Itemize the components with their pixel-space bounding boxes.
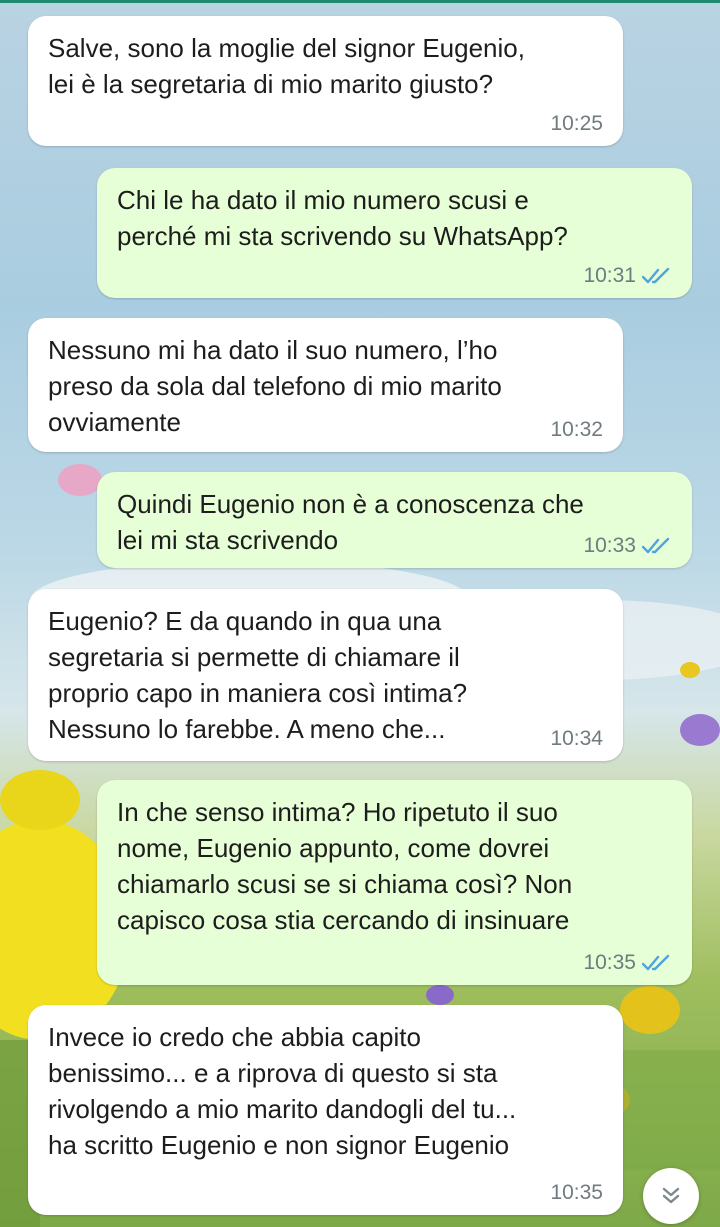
message-timestamp: 10:31 [583, 264, 636, 287]
message-bubble-outgoing[interactable]: Quindi Eugenio non è a conoscenza che le… [97, 472, 692, 568]
message-bubble-incoming[interactable]: Eugenio? E da quando in qua una segretar… [28, 589, 623, 761]
message-bubble-outgoing[interactable]: Chi le ha dato il mio numero scusi e per… [97, 168, 692, 298]
message-text: Nessuno mi ha dato il suo numero, l’ho p… [48, 335, 502, 437]
message-timestamp: 10:25 [550, 112, 603, 135]
message-meta: 10:34 [550, 727, 603, 751]
message-timestamp: 10:35 [583, 951, 636, 974]
message-bubble-incoming[interactable]: Nessuno mi ha dato il suo numero, l’ho p… [28, 318, 623, 452]
message-bubble-incoming[interactable]: Salve, sono la moglie del signor Eugenio… [28, 16, 623, 146]
message-text: Eugenio? E da quando in qua una segretar… [48, 606, 468, 744]
message-timestamp: 10:33 [583, 534, 636, 557]
message-text: In che senso intima? Ho ripetuto il suo … [117, 797, 573, 935]
message-meta: 10:33 [583, 534, 672, 558]
message-meta: 10:31 [583, 264, 672, 288]
message-text: Salve, sono la moglie del signor Eugenio… [48, 33, 525, 99]
double-chevron-down-icon [662, 1187, 680, 1204]
message-text: Chi le ha dato il mio numero scusi e per… [117, 185, 568, 251]
message-text: Invece io credo che abbia capito benissi… [48, 1022, 517, 1160]
message-timestamp: 10:35 [550, 1181, 603, 1204]
message-bubble-outgoing[interactable]: In che senso intima? Ho ripetuto il suo … [97, 780, 692, 985]
message-timestamp: 10:34 [550, 727, 603, 750]
read-receipt-icon [642, 537, 670, 554]
scroll-to-bottom-button[interactable] [643, 1168, 699, 1224]
read-receipt-icon [642, 267, 670, 284]
message-meta: 10:35 [583, 951, 672, 975]
message-timestamp: 10:32 [550, 418, 603, 441]
message-bubble-incoming[interactable]: Invece io credo che abbia capito benissi… [28, 1005, 623, 1215]
message-meta: 10:32 [550, 418, 603, 442]
message-meta: 10:25 [550, 112, 603, 136]
read-receipt-icon [642, 954, 670, 971]
message-meta: 10:35 [550, 1181, 603, 1205]
